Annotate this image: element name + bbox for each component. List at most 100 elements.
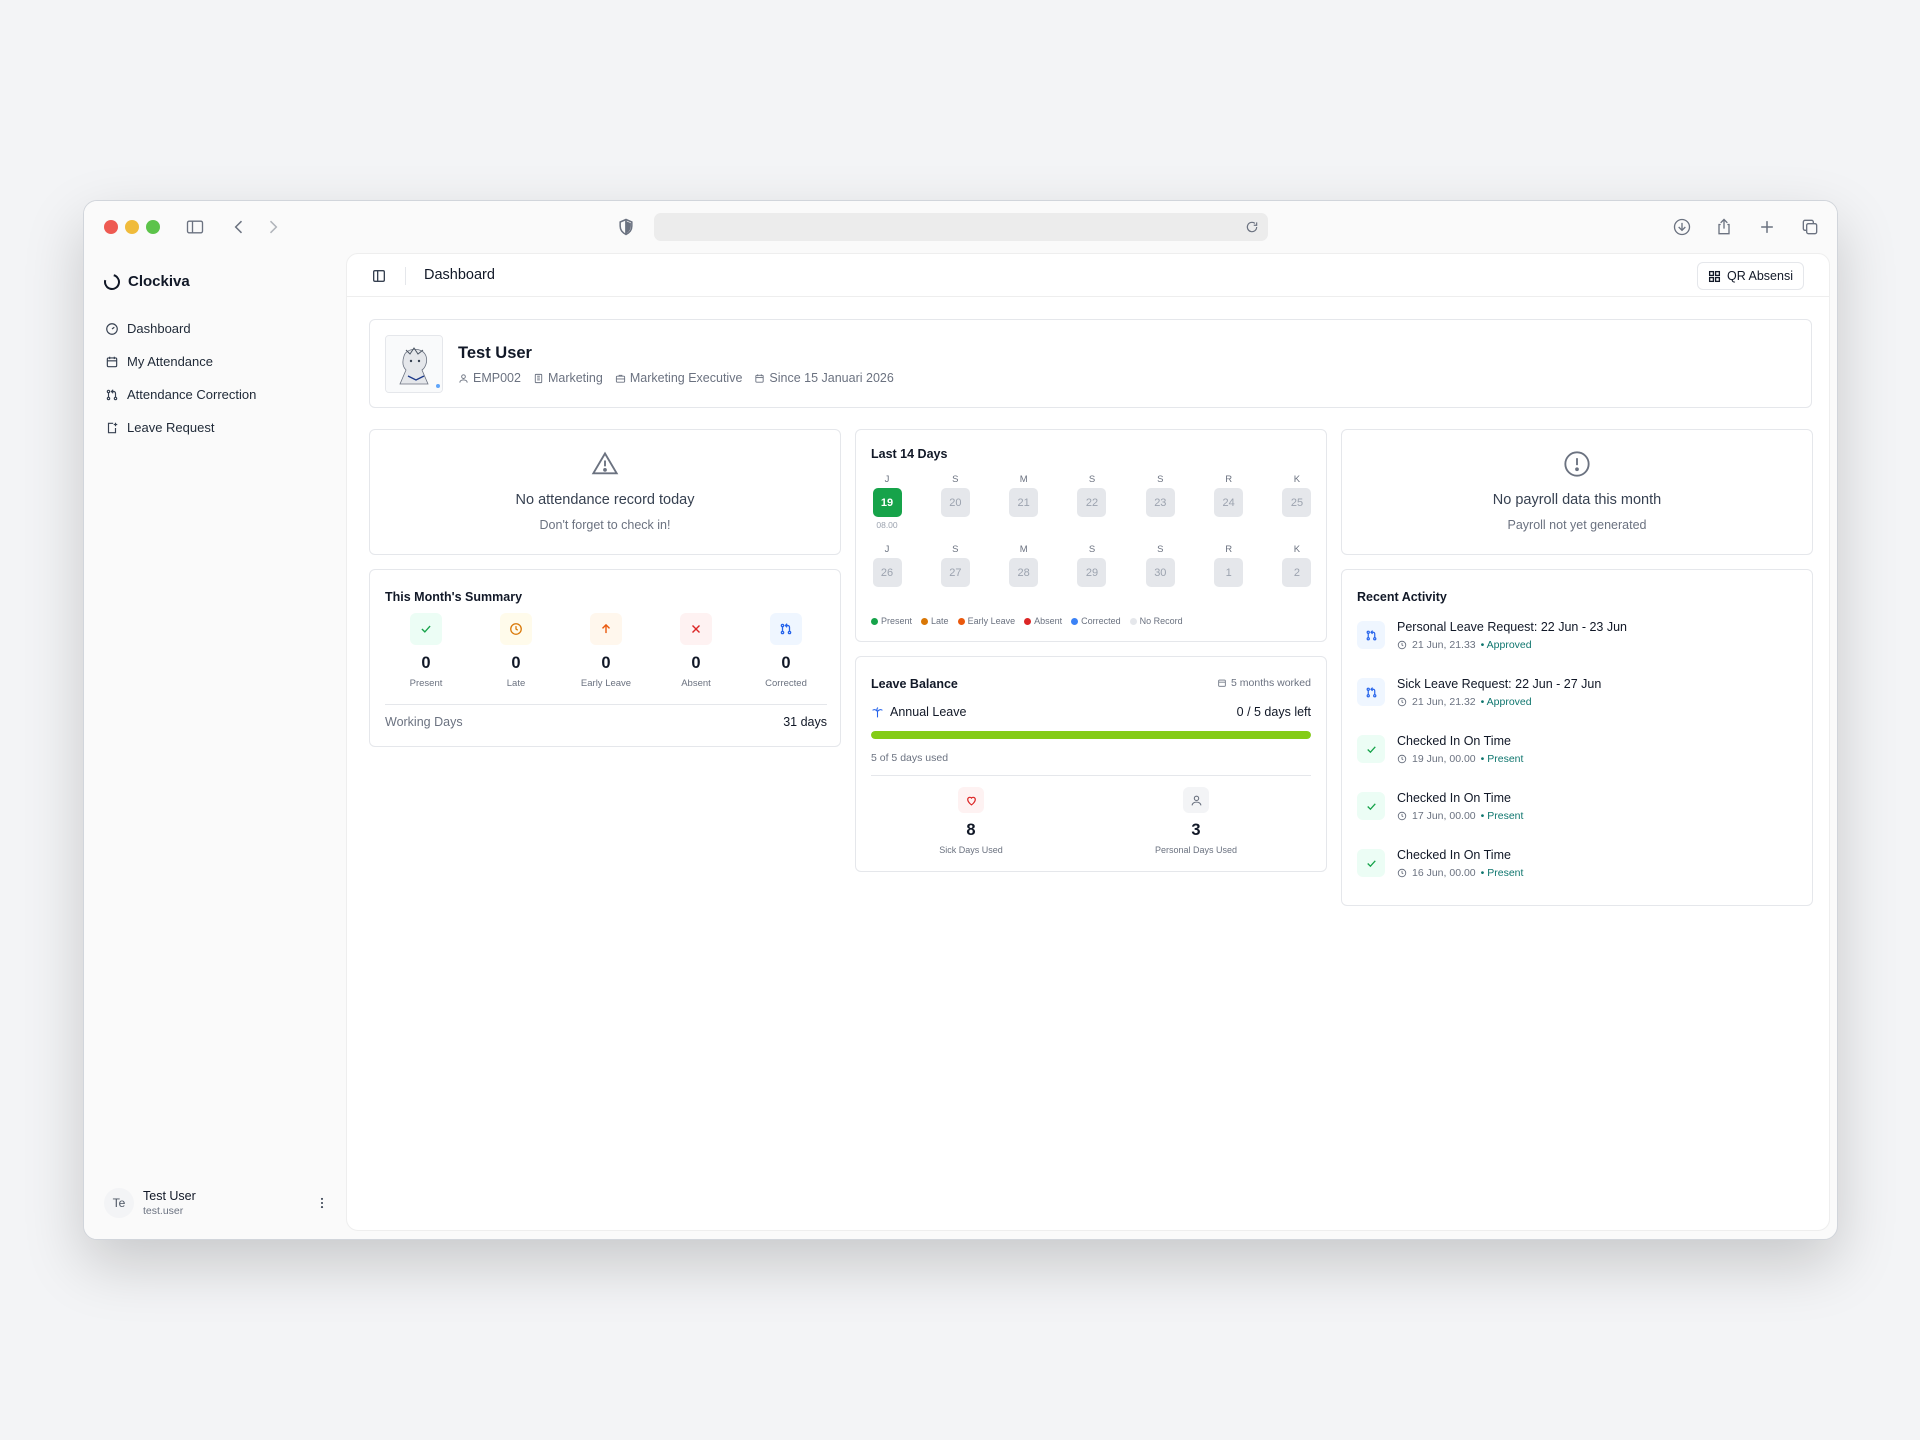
gauge-icon bbox=[106, 322, 118, 335]
personal-days-label: Personal Days Used bbox=[1154, 845, 1238, 855]
day-letter: S bbox=[1088, 474, 1096, 485]
share-icon[interactable] bbox=[1712, 215, 1736, 239]
clock-icon bbox=[1397, 640, 1407, 650]
brand[interactable]: Clockiva bbox=[101, 270, 190, 293]
panel-toggle-icon[interactable] bbox=[371, 268, 387, 284]
activity-item[interactable]: Personal Leave Request: 22 Jun - 23 Jun 2… bbox=[1357, 618, 1797, 675]
day-cell[interactable]: J 26 bbox=[871, 544, 903, 614]
minimize-window-button[interactable] bbox=[125, 220, 139, 234]
day-letter: S bbox=[952, 474, 959, 485]
sidebar-item-label: Leave Request bbox=[127, 420, 215, 435]
legend-label: No Record bbox=[1139, 616, 1183, 626]
sidebar-item-dashboard[interactable]: Dashboard bbox=[102, 312, 332, 345]
day-cell[interactable]: K2 bbox=[1281, 544, 1313, 614]
forward-icon[interactable] bbox=[261, 215, 285, 239]
personal-days-stat: 3 Personal Days Used bbox=[1126, 787, 1266, 855]
clock-icon bbox=[1397, 868, 1407, 878]
month-summary-card: This Month's Summary 0 Present 0 Late 0 … bbox=[369, 569, 841, 747]
download-icon[interactable] bbox=[1670, 215, 1694, 239]
new-tab-icon[interactable] bbox=[1755, 215, 1779, 239]
day-cell[interactable]: M 21 bbox=[1008, 474, 1040, 544]
sidebar-item-leave-request[interactable]: Leave Request bbox=[102, 411, 332, 444]
day-number: 24 bbox=[1214, 488, 1244, 517]
day-cell[interactable]: J 19 08.00 bbox=[871, 474, 903, 544]
annual-leave-label-row: Annual Leave bbox=[871, 705, 966, 719]
legend-label: Corrected bbox=[1081, 616, 1121, 626]
summary-label: Present bbox=[409, 678, 443, 689]
back-icon[interactable] bbox=[227, 215, 251, 239]
maximize-window-button[interactable] bbox=[146, 220, 160, 234]
reload-icon[interactable] bbox=[1242, 217, 1262, 237]
activity-item[interactable]: Sick Leave Request: 22 Jun - 27 Jun 21 Ju… bbox=[1357, 675, 1797, 732]
profile-card: Test User EMP002 Marketing Marketing Exe… bbox=[369, 319, 1812, 408]
address-bar[interactable] bbox=[654, 213, 1268, 241]
git-pull-request-icon bbox=[770, 613, 802, 645]
day-cell[interactable]: S 20 bbox=[939, 474, 971, 544]
check-icon bbox=[410, 613, 442, 645]
activity-item[interactable]: Checked In On Time 19 Jun, 00.00 • Present bbox=[1357, 732, 1797, 789]
day-cell[interactable]: S 23 bbox=[1144, 474, 1176, 544]
months-worked-text: 5 months worked bbox=[1231, 677, 1311, 689]
qr-absensi-label: QR Absensi bbox=[1726, 269, 1793, 283]
day-cell[interactable]: S 30 bbox=[1144, 544, 1176, 614]
day-cell[interactable]: S 22 bbox=[1076, 474, 1108, 544]
day-letter: R bbox=[1225, 544, 1233, 555]
sidebar-nav: Dashboard My Attendance Attendance Corre… bbox=[102, 312, 332, 444]
summary-absent: 0 Absent bbox=[660, 613, 732, 689]
summary-value: 0 bbox=[511, 654, 521, 672]
clock-icon bbox=[1397, 754, 1407, 764]
summary-early-leave: 0 Early Leave bbox=[570, 613, 642, 689]
day-number: 22 bbox=[1077, 488, 1107, 517]
sidebar-item-label: Dashboard bbox=[127, 321, 191, 336]
day-cell[interactable]: M 28 bbox=[1008, 544, 1040, 614]
day-cell[interactable]: R 24 bbox=[1213, 474, 1245, 544]
day-cell[interactable]: S 27 bbox=[939, 544, 971, 614]
day-grid: J 19 08.00 S 20 M 21 S 22 S 23 R 24 K 25 J 26 S 27 M 28 S 29 S 3… bbox=[871, 474, 1313, 614]
day-number: 30 bbox=[1145, 558, 1175, 587]
sidebar-item-attendance-correction[interactable]: Attendance Correction bbox=[102, 378, 332, 411]
today-attendance-card: No attendance record today Don't forget … bbox=[369, 429, 841, 555]
sick-days-value: 8 bbox=[966, 821, 976, 839]
activity-item[interactable]: Checked In On Time 17 Jun, 00.00 • Present bbox=[1357, 789, 1797, 846]
day-number: 19 bbox=[872, 488, 902, 517]
activity-time: 16 Jun, 00.00 bbox=[1412, 867, 1476, 879]
day-cell[interactable]: K 25 bbox=[1281, 474, 1313, 544]
activity-meta: 17 Jun, 00.00 • Present bbox=[1397, 810, 1523, 822]
close-window-button[interactable] bbox=[104, 220, 118, 234]
day-letter: S bbox=[1157, 544, 1164, 555]
day-time: 08.00 bbox=[876, 520, 898, 530]
status-legend: Present Late Early Leave Absent Corrected No … bbox=[871, 616, 1183, 626]
day-number: 25 bbox=[1282, 488, 1312, 517]
sidebar-toggle-icon[interactable] bbox=[183, 215, 207, 239]
position: Marketing Executive bbox=[629, 371, 743, 385]
legend-dot bbox=[1024, 617, 1032, 625]
activity-meta: 16 Jun, 00.00 • Present bbox=[1397, 867, 1523, 879]
activity-item[interactable]: Checked In On Time 16 Jun, 00.00 • Present bbox=[1357, 846, 1797, 903]
summary-value: 0 bbox=[601, 654, 611, 672]
user-menu[interactable]: Te Test User test.user bbox=[104, 1185, 329, 1221]
git-pull-request-icon bbox=[1357, 621, 1385, 649]
since-date: Since 15 Januari 2026 bbox=[769, 371, 894, 385]
legend-dot bbox=[921, 617, 929, 625]
payroll-empty-title: No payroll data this month bbox=[1492, 492, 1662, 508]
more-vertical-icon[interactable] bbox=[315, 1196, 329, 1210]
activity-status: • Approved bbox=[1480, 639, 1532, 651]
activity-title: Checked In On Time bbox=[1397, 734, 1511, 748]
day-cell[interactable]: S 29 bbox=[1076, 544, 1108, 614]
day-cell[interactable]: R1 bbox=[1213, 544, 1245, 614]
check-icon bbox=[1357, 735, 1385, 763]
qr-absensi-button[interactable]: QR Absensi bbox=[1696, 262, 1804, 290]
day-number: 2 bbox=[1282, 558, 1312, 587]
calendar-icon bbox=[1218, 679, 1226, 687]
browser-window: Clockiva Dashboard My Attendance Attenda… bbox=[83, 200, 1838, 1240]
sidebar-item-my-attendance[interactable]: My Attendance bbox=[102, 345, 332, 378]
activity-title: Checked In On Time bbox=[1397, 791, 1511, 805]
activity-meta: 19 Jun, 00.00 • Present bbox=[1397, 753, 1523, 765]
brand-name: Clockiva bbox=[128, 273, 190, 290]
shield-icon[interactable] bbox=[614, 215, 638, 239]
tab-overview-icon[interactable] bbox=[1798, 215, 1822, 239]
legend-item: Corrected bbox=[1071, 616, 1121, 626]
summary-label: Absent bbox=[681, 678, 711, 689]
check-icon bbox=[1357, 792, 1385, 820]
clock-icon bbox=[1397, 697, 1407, 707]
